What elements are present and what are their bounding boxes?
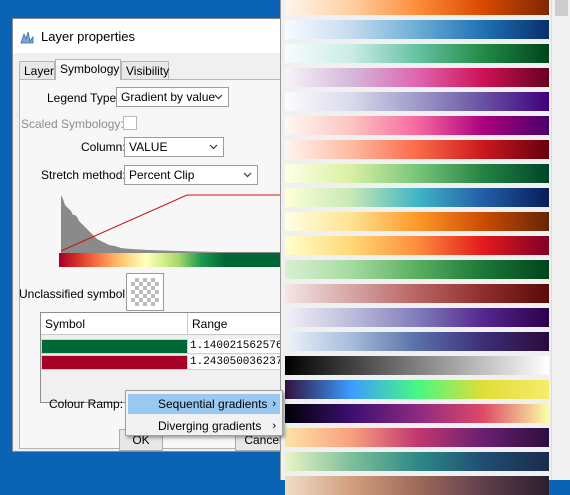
stretch-method-value: Percent Clip — [129, 168, 195, 182]
colour-ramp-swatch[interactable] — [285, 284, 549, 303]
colour-ramp-swatch[interactable] — [285, 164, 549, 183]
menu-item-label: Diverging gradients — [158, 419, 262, 433]
menu-item-sequential-gradients[interactable]: Sequential gradients › — [128, 394, 280, 414]
gradient-preview-bar — [59, 253, 286, 267]
range-column-header[interactable]: Range — [188, 313, 286, 335]
colour-ramp-swatch[interactable] — [285, 140, 549, 159]
colour-ramp-swatch[interactable] — [285, 212, 549, 231]
colour-ramp-swatch[interactable] — [285, 68, 549, 87]
colour-ramp-swatch[interactable] — [285, 476, 549, 495]
legend-type-value: Gradient by value — [121, 90, 216, 104]
column-value: VALUE — [129, 140, 168, 154]
tab-layer[interactable]: Layer — [19, 61, 55, 79]
colour-ramp-swatch[interactable] — [285, 452, 549, 471]
range-value[interactable]: 1.24305003623701 — [188, 355, 286, 370]
title-bar[interactable]: Layer properties — [13, 19, 286, 53]
colour-ramp-swatch[interactable] — [285, 116, 549, 135]
symbol-swatch[interactable] — [41, 339, 188, 354]
chevron-down-icon — [214, 94, 223, 100]
legend-type-label: Legend Type: — [47, 91, 120, 105]
menu-item-label: Sequential gradients — [158, 397, 268, 411]
tab-visibility[interactable]: Visibility — [121, 61, 169, 79]
colour-ramp-swatch[interactable] — [285, 20, 549, 39]
colour-ramp-swatch[interactable] — [285, 428, 549, 447]
histogram-area — [61, 195, 286, 253]
symbol-column-header[interactable]: Symbol — [41, 313, 188, 335]
colour-ramp-swatch[interactable] — [285, 356, 549, 375]
submenu-arrow-icon: › — [272, 420, 276, 432]
colour-ramp-swatch[interactable] — [285, 404, 549, 423]
histogram[interactable] — [59, 193, 287, 253]
scrollbar-thumb[interactable] — [555, 0, 568, 16]
colour-ramp-swatch[interactable] — [285, 308, 549, 327]
colour-ramp-swatch[interactable] — [285, 188, 549, 207]
legend-type-select[interactable]: Gradient by value — [116, 87, 229, 107]
table-row[interactable]: 1.24305003623701 — [41, 355, 286, 371]
chevron-down-icon — [209, 144, 218, 150]
stretch-method-label: Stretch method: — [41, 168, 126, 182]
colour-ramp-swatch[interactable] — [285, 260, 549, 279]
tab-symbology[interactable]: Symbology — [55, 59, 121, 80]
column-select[interactable]: VALUE — [124, 137, 224, 157]
submenu-arrow-icon: › — [272, 398, 276, 410]
column-label: Column: — [81, 140, 126, 154]
colour-ramp-swatch[interactable] — [285, 92, 549, 111]
vertical-scrollbar[interactable] — [551, 0, 570, 480]
transparent-checker-icon — [131, 278, 159, 306]
colour-ramp-swatch[interactable] — [285, 0, 549, 15]
stretch-method-select[interactable]: Percent Clip — [124, 165, 258, 185]
menu-item-diverging-gradients[interactable]: Diverging gradients › — [128, 416, 280, 436]
window-title: Layer properties — [41, 29, 135, 44]
colour-ramp-swatch[interactable] — [285, 332, 549, 351]
unclassified-symbol-button[interactable] — [126, 273, 164, 311]
chevron-down-icon — [243, 172, 252, 178]
layer-properties-window: Layer properties Layer Symbology Visibil… — [12, 18, 287, 452]
range-value[interactable]: 1.14002156257629 — [188, 339, 286, 354]
colour-ramp-label: Colour Ramp: — [49, 397, 124, 411]
unclassified-symbol-label: Unclassified symbol: — [19, 287, 129, 301]
colour-ramp-swatch[interactable] — [285, 44, 549, 63]
colour-ramp-swatch[interactable] — [285, 236, 549, 255]
colour-ramp-list[interactable] — [280, 0, 570, 495]
colour-ramp-context-menu: Sequential gradients › Diverging gradien… — [125, 390, 283, 436]
table-row[interactable]: 1.14002156257629 — [41, 339, 286, 355]
scaled-symbology-label: Scaled Symbology: — [21, 117, 124, 131]
app-logo-icon — [20, 31, 34, 44]
symbol-swatch[interactable] — [41, 355, 188, 370]
colour-ramp-swatch[interactable] — [285, 380, 549, 399]
scaled-symbology-checkbox[interactable] — [123, 116, 137, 130]
